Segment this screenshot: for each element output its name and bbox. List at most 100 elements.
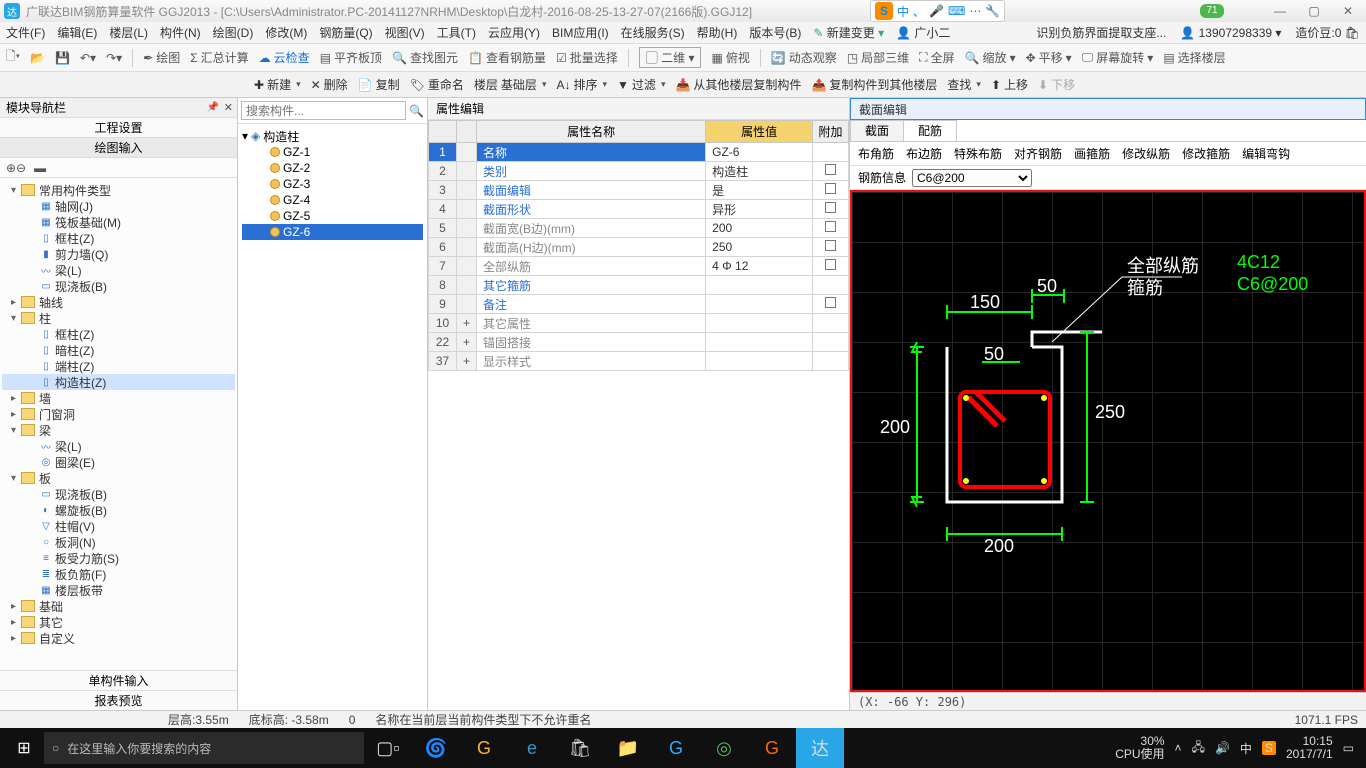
- prop-name[interactable]: 备注: [477, 295, 706, 314]
- prop-value[interactable]: 4 Φ 12: [706, 257, 813, 276]
- find-element-button[interactable]: 🔍 查找图元: [392, 49, 458, 66]
- tree-item[interactable]: ▸自定义: [2, 630, 235, 646]
- tree-item[interactable]: 〰梁(L): [2, 262, 235, 278]
- tree-item[interactable]: ▾常用构件类型: [2, 182, 235, 198]
- move-down-button[interactable]: ⬇ 下移: [1038, 76, 1075, 93]
- copy-button[interactable]: 📄 复制: [358, 76, 400, 93]
- tray-clock[interactable]: 10:152017/7/1: [1286, 735, 1333, 761]
- component-item[interactable]: GZ-3: [242, 176, 423, 192]
- sogou-icon[interactable]: S: [875, 2, 893, 20]
- sum-button[interactable]: Σ 汇总计算: [190, 49, 248, 66]
- task-app6[interactable]: 达: [796, 728, 844, 768]
- tab-report[interactable]: 报表预览: [0, 690, 237, 710]
- tray-vol-icon[interactable]: 🔊: [1215, 741, 1230, 755]
- floor-select[interactable]: 楼层 基础层: [474, 76, 547, 93]
- tree-item[interactable]: ◎圈梁(E): [2, 454, 235, 470]
- menu-tools[interactable]: 工具(T): [437, 24, 476, 41]
- menu-help[interactable]: 帮助(H): [697, 24, 738, 41]
- menu-draw[interactable]: 绘图(D): [213, 24, 254, 41]
- tip-link[interactable]: 识别负筋界面提取支座...: [1036, 24, 1166, 41]
- prop-value[interactable]: 是: [706, 181, 813, 200]
- tab-rebar[interactable]: 配筋: [903, 120, 957, 141]
- draw-stirrup-button[interactable]: 画箍筋: [1074, 145, 1110, 162]
- pin-icon[interactable]: 📌: [207, 102, 219, 113]
- phone-label[interactable]: 👤 13907298339 ▾: [1180, 26, 1281, 40]
- tab-single-input[interactable]: 单构件输入: [0, 670, 237, 690]
- copy-to-button[interactable]: 📤 复制构件到其他楼层: [811, 76, 937, 93]
- rename-button[interactable]: 🏷 重命名: [410, 76, 464, 93]
- close-button[interactable]: ✕: [1334, 2, 1362, 20]
- prop-name[interactable]: 截面宽(B边)(mm): [477, 219, 706, 238]
- menu-bim[interactable]: BIM应用(I): [552, 24, 609, 41]
- tray-net-icon[interactable]: 🖧: [1192, 738, 1205, 759]
- find-button[interactable]: 查找: [947, 76, 981, 93]
- tree-item[interactable]: ▦筏板基础(M): [2, 214, 235, 230]
- prop-name[interactable]: 显示样式: [477, 352, 706, 371]
- component-item-selected[interactable]: GZ-6: [242, 224, 423, 240]
- prop-value[interactable]: [706, 352, 813, 371]
- menu-floor[interactable]: 楼层(L): [109, 24, 148, 41]
- menu-view[interactable]: 视图(V): [385, 24, 425, 41]
- sort-button[interactable]: A↓ 排序: [556, 76, 607, 93]
- rotate-screen-button[interactable]: 🖵 屏幕旋转 ▾: [1082, 49, 1154, 66]
- tray-sogou-icon[interactable]: S: [1262, 741, 1276, 755]
- property-table[interactable]: 属性名称 属性值 附加 1名称GZ-62类别构造柱3截面编辑是4截面形状异形5截…: [428, 120, 849, 710]
- taskbar-search[interactable]: ○ 在这里输入你要搜索的内容: [44, 732, 364, 764]
- prop-value[interactable]: 异形: [706, 200, 813, 219]
- menu-modify[interactable]: 修改(M): [265, 24, 307, 41]
- prop-name[interactable]: 全部纵筋: [477, 257, 706, 276]
- menu-online[interactable]: 在线服务(S): [621, 24, 685, 41]
- expand-icon[interactable]: ⊕⊖: [6, 161, 26, 175]
- component-item[interactable]: GZ-1: [242, 144, 423, 160]
- tree-item[interactable]: ▯暗柱(Z): [2, 342, 235, 358]
- tray-ime-icon[interactable]: 中: [1240, 740, 1252, 757]
- component-root[interactable]: ▾◈ 构造柱: [242, 128, 423, 144]
- maximize-button[interactable]: ▢: [1300, 2, 1328, 20]
- copy-from-button[interactable]: 📥 从其他楼层复制构件: [675, 76, 801, 93]
- component-tree[interactable]: ▾◈ 构造柱 GZ-1 GZ-2 GZ-3 GZ-4 GZ-5 GZ-6: [238, 124, 427, 710]
- cloud-check-button[interactable]: ☁ 云检查: [259, 49, 310, 66]
- task-edge[interactable]: e: [508, 728, 556, 768]
- tab-section[interactable]: 截面: [850, 120, 904, 141]
- redo-icon[interactable]: ↷▾: [106, 51, 122, 65]
- tree-item[interactable]: ▯构造柱(Z): [2, 374, 235, 390]
- batch-select-button[interactable]: ☑ 批量选择: [556, 49, 618, 66]
- task-app5[interactable]: G: [748, 728, 796, 768]
- cpu-meter[interactable]: 30%CPU使用: [1115, 735, 1164, 761]
- filter-button[interactable]: ▼ 过滤: [617, 76, 665, 93]
- user-label[interactable]: 👤 广小二: [896, 24, 950, 41]
- task-store[interactable]: 🛍: [556, 728, 604, 768]
- select-floor-button[interactable]: ▤ 选择楼层: [1163, 49, 1225, 66]
- menu-cloud[interactable]: 云应用(Y): [488, 24, 540, 41]
- edit-stirrup-button[interactable]: 修改箍筋: [1182, 145, 1230, 162]
- tab-project-settings[interactable]: 工程设置: [0, 118, 237, 138]
- task-explorer[interactable]: 📁: [604, 728, 652, 768]
- align-top-button[interactable]: ▤ 平齐板顶: [320, 49, 382, 66]
- prop-value[interactable]: [706, 314, 813, 333]
- tree-item[interactable]: ≡板受力筋(S): [2, 550, 235, 566]
- tree-item[interactable]: ▭现浇板(B): [2, 486, 235, 502]
- taskview-icon[interactable]: ▢▫: [364, 728, 412, 768]
- tree-item[interactable]: ▦轴网(J): [2, 198, 235, 214]
- tree-item[interactable]: ▾梁: [2, 422, 235, 438]
- component-item[interactable]: GZ-2: [242, 160, 423, 176]
- task-app2[interactable]: G: [460, 728, 508, 768]
- menu-component[interactable]: 构件(N): [160, 24, 201, 41]
- new-file-icon[interactable]: 🗋▾: [6, 47, 20, 68]
- prop-name[interactable]: 锚固搭接: [477, 333, 706, 352]
- prop-name[interactable]: 其它属性: [477, 314, 706, 333]
- new-button[interactable]: ✚ 新建: [254, 76, 301, 93]
- corner-bar-button[interactable]: 布角筋: [858, 145, 894, 162]
- tree-item[interactable]: ▦楼层板带: [2, 582, 235, 598]
- prop-name[interactable]: 类别: [477, 162, 706, 181]
- tree-item[interactable]: 〰梁(L): [2, 438, 235, 454]
- prop-value[interactable]: [706, 333, 813, 352]
- search-icon[interactable]: 🔍: [406, 98, 427, 123]
- tree-item[interactable]: ▯框柱(Z): [2, 230, 235, 246]
- component-item[interactable]: GZ-4: [242, 192, 423, 208]
- save-icon[interactable]: 💾: [55, 51, 70, 65]
- view-2d-select[interactable]: ▢ 二维 ▾: [639, 47, 702, 68]
- local-3d-button[interactable]: ◳ 局部三维: [847, 49, 909, 66]
- prop-value[interactable]: [706, 276, 813, 295]
- rebar-info-select[interactable]: C6@200: [912, 169, 1032, 187]
